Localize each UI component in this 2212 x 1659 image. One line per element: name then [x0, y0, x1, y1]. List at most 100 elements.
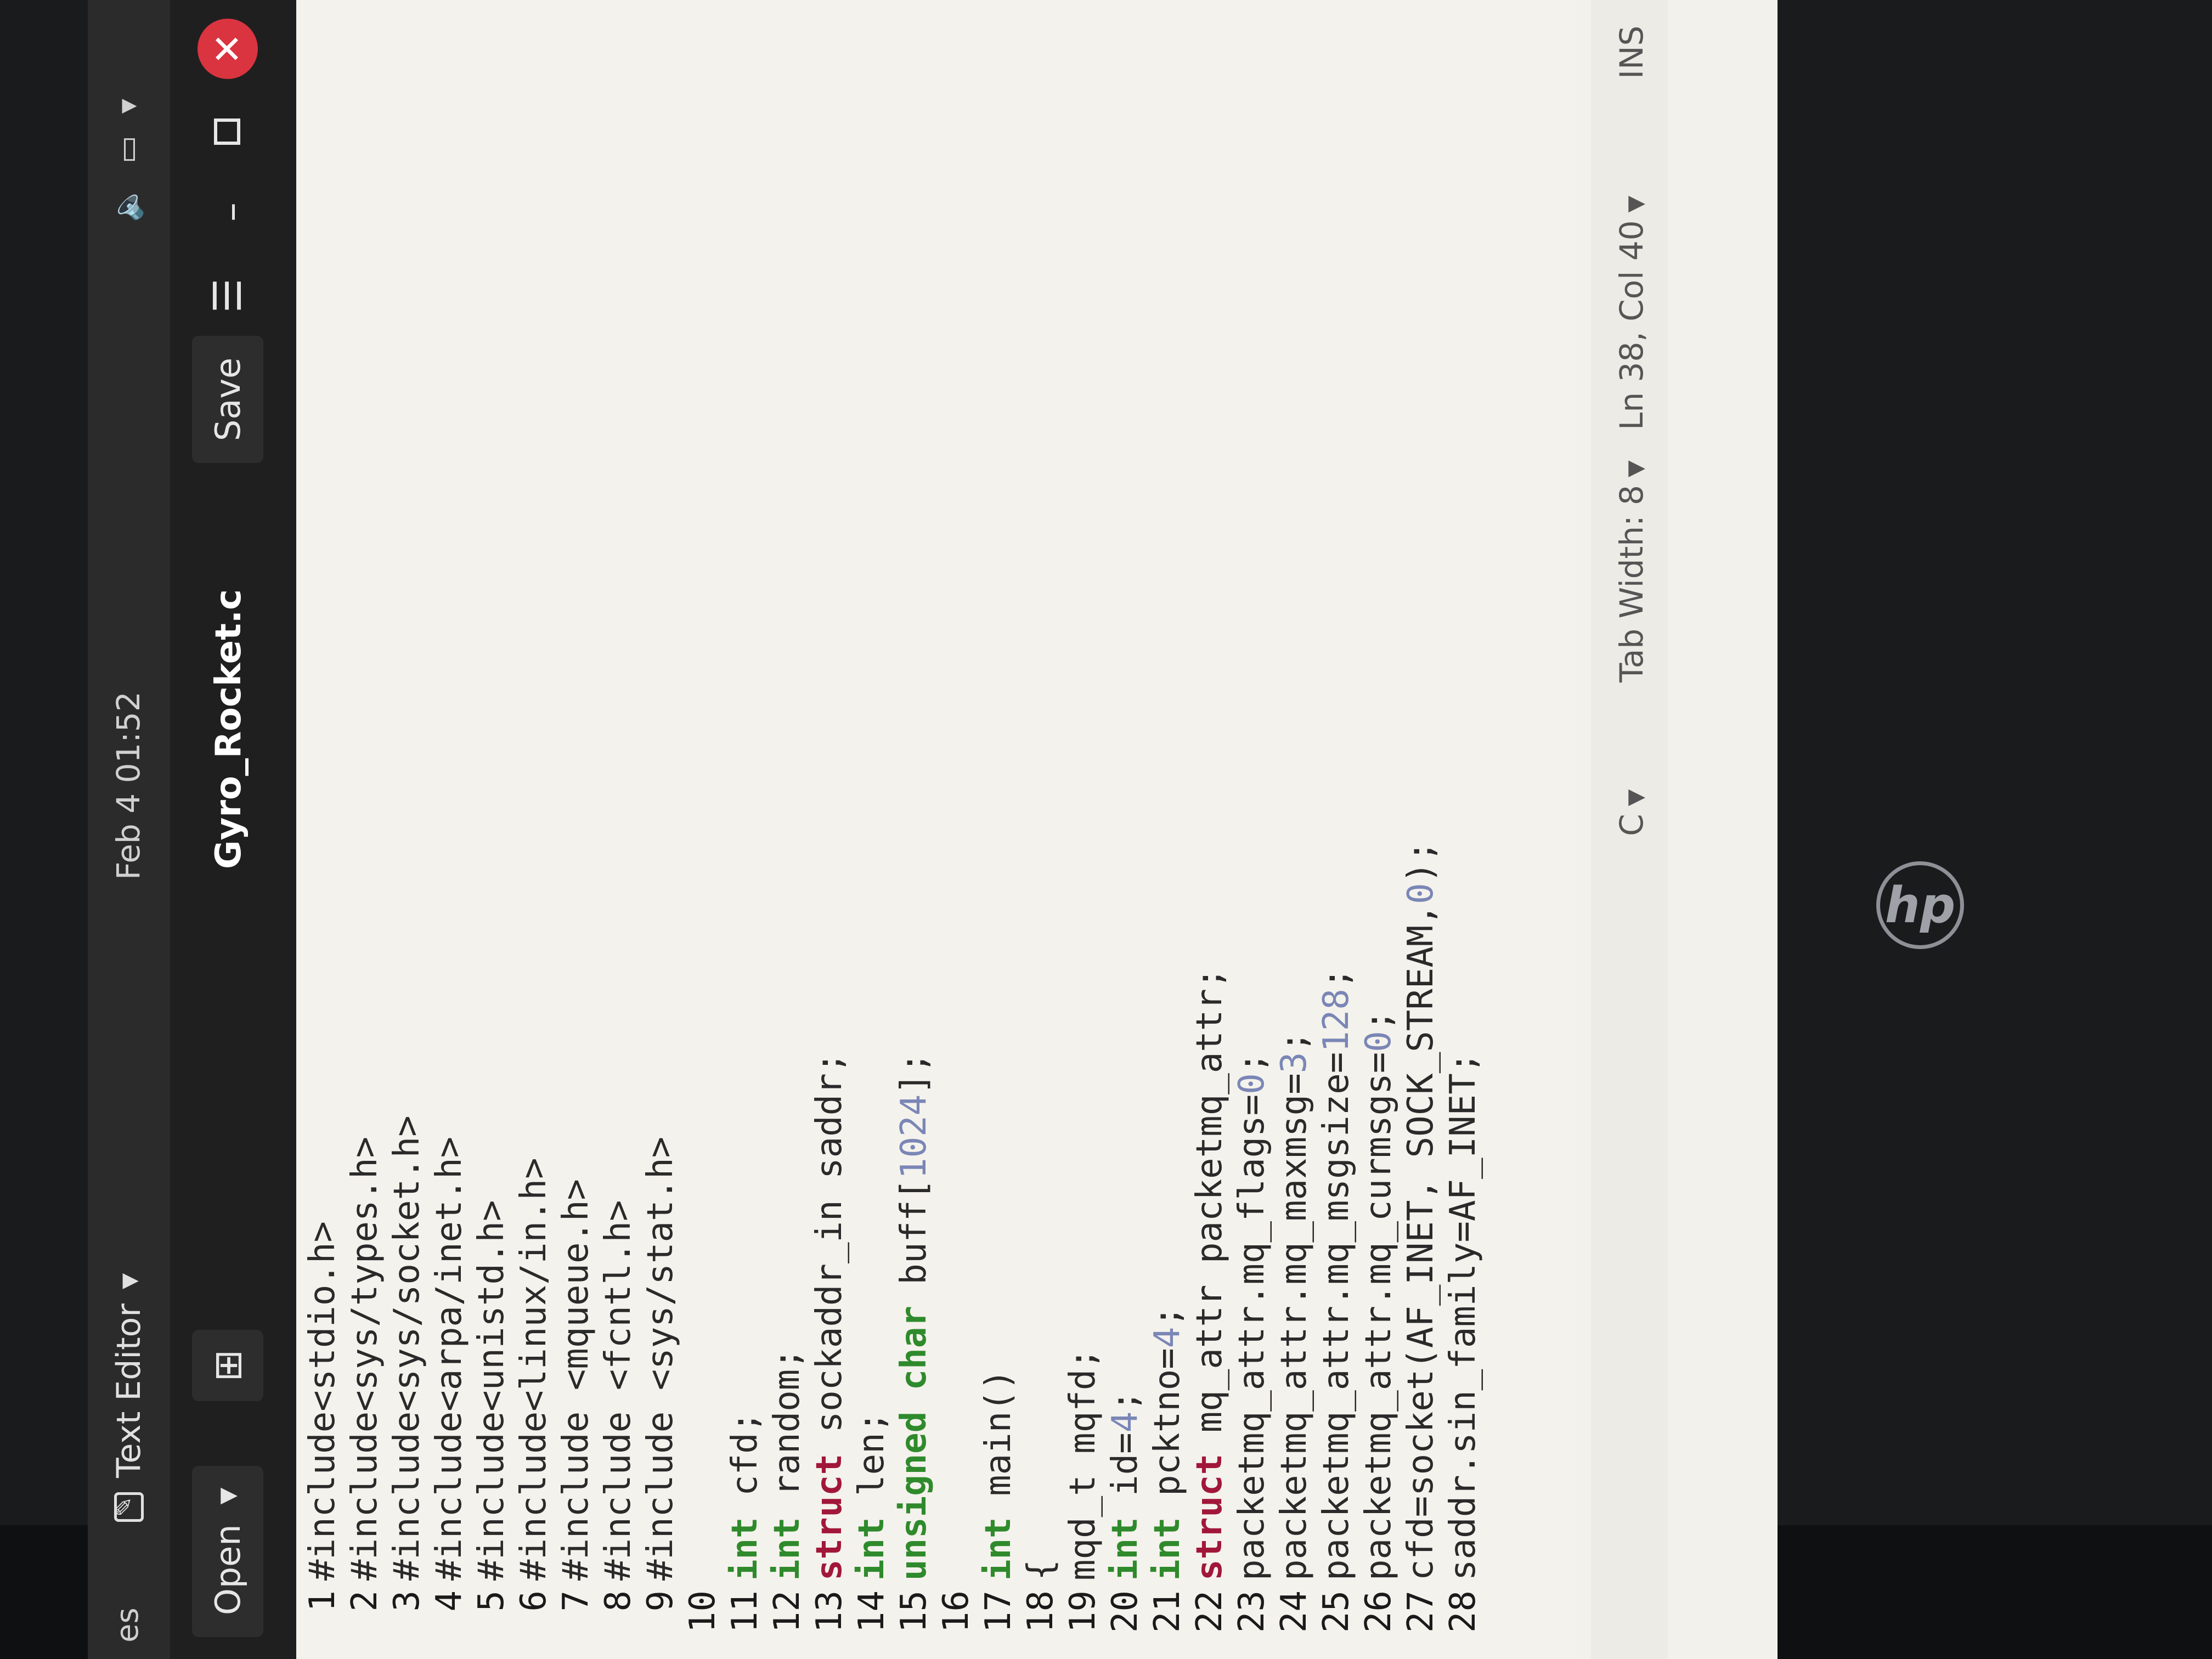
- code-line[interactable]: 22 struct mq_attr packetmq_attr;: [1189, 840, 1231, 1643]
- line-number: 26: [1358, 1590, 1399, 1633]
- insert-mode-indicator[interactable]: INS: [1613, 26, 1650, 79]
- code-text: #include<linux/in.h>: [514, 1158, 554, 1581]
- line-number: 18: [1020, 1590, 1061, 1633]
- code-text: #include<arpa/inet.h>: [429, 1136, 470, 1581]
- code-text: struct mq_attr packetmq_attr;: [1189, 967, 1230, 1581]
- volume-icon: 🔈: [110, 185, 144, 223]
- chevron-down-icon: ▾: [110, 99, 144, 114]
- code-line[interactable]: 7 #include <mqueue.h>: [555, 840, 597, 1643]
- chevron-down-icon: ▼: [1623, 789, 1648, 806]
- code-text: int cfd;: [725, 1411, 765, 1581]
- code-text: unsigned char buff[1024];: [894, 1052, 934, 1581]
- code-text: int id=4;: [1105, 1390, 1146, 1581]
- code-line[interactable]: 25 packetmq_attr.mq_msgsize=128;: [1316, 840, 1358, 1643]
- code-text: #include <sys/stat.h>: [640, 1136, 681, 1581]
- code-text: packetmq_attr.mq_curmsgs=0;: [1358, 1009, 1399, 1581]
- code-editor[interactable]: 1 #include<stdio.h> 2 #include<sys/types.h>…: [296, 0, 1575, 1659]
- line-number: 23: [1232, 1590, 1272, 1633]
- line-number: 7: [556, 1590, 596, 1612]
- system-tray[interactable]: 🔈 ▭ ▾: [110, 99, 145, 222]
- code-line[interactable]: 17 int main(): [978, 840, 1020, 1643]
- language-select[interactable]: C▼: [1613, 789, 1650, 836]
- document-title: Gyro_Rocket.c: [208, 589, 249, 869]
- line-number: 14: [851, 1590, 892, 1633]
- code-line[interactable]: 28 saddr.sin_family=AF_INET;: [1442, 840, 1485, 1643]
- line-number: 11: [725, 1590, 765, 1633]
- code-line[interactable]: 2 #include<sys/types.h>: [344, 840, 386, 1643]
- code-text: int len;: [851, 1411, 892, 1581]
- code-text: int main(): [978, 1369, 1019, 1581]
- language-label: C: [1613, 814, 1650, 837]
- code-line[interactable]: 1 #include<stdio.h>: [302, 840, 344, 1643]
- code-line[interactable]: 14 int len;: [851, 840, 893, 1643]
- line-number: 10: [682, 1590, 723, 1633]
- minimize-icon[interactable]: –: [208, 202, 253, 222]
- chevron-down-icon: ▼: [1623, 195, 1648, 213]
- code-line[interactable]: 4 #include<arpa/inet.h>: [428, 840, 471, 1643]
- chevron-down-icon: ▼: [117, 1273, 141, 1289]
- code-text: packetmq_attr.mq_maxmsg=3;: [1274, 1031, 1314, 1581]
- code-line[interactable]: 26 packetmq_attr.mq_curmsgs=0;: [1358, 840, 1400, 1643]
- code-line[interactable]: 21 int pcktno=4;: [1147, 840, 1189, 1643]
- code-text: #include <fcntl.h>: [598, 1200, 639, 1581]
- line-number: 25: [1316, 1590, 1357, 1633]
- code-line[interactable]: 19 mqd_t mqfd;: [1062, 840, 1104, 1643]
- code-line[interactable]: 8 #include <fcntl.h>: [597, 840, 640, 1643]
- code-text: int pcktno=4;: [1147, 1306, 1188, 1581]
- tab-width-label: Tab Width: 8: [1613, 484, 1650, 682]
- close-icon[interactable]: ✕: [198, 19, 258, 79]
- app-menu[interactable]: Text Editor ▼: [110, 1273, 148, 1522]
- line-number: 22: [1189, 1590, 1230, 1633]
- open-button-label: Open: [207, 1524, 248, 1615]
- battery-icon: ▭: [110, 136, 144, 164]
- code-line[interactable]: 9 #include <sys/stat.h>: [640, 840, 682, 1643]
- cursor-position-label: Ln 38, Col 40: [1613, 220, 1650, 430]
- text-editor-icon: [114, 1492, 144, 1522]
- chevron-down-icon: ▼: [1623, 460, 1648, 477]
- code-line[interactable]: 20 int id=4;: [1104, 840, 1147, 1643]
- code-line[interactable]: 15 unsigned char buff[1024];: [893, 840, 935, 1643]
- app-menu-label: Text Editor: [110, 1304, 148, 1478]
- code-text: {: [1020, 1559, 1061, 1581]
- code-text: #include<stdio.h>: [302, 1221, 343, 1581]
- code-line[interactable]: 13 struct sockaddr_in saddr;: [809, 840, 851, 1643]
- code-line[interactable]: 5 #include<unistd.h>: [471, 840, 513, 1643]
- line-number: 17: [978, 1590, 1019, 1633]
- activities-label[interactable]: es: [110, 1607, 145, 1643]
- code-line[interactable]: 27 cfd=socket(AF_INET, SOCK_STREAM,0);: [1400, 840, 1442, 1643]
- open-button[interactable]: Open ▼: [192, 1465, 263, 1637]
- chevron-down-icon: ▼: [215, 1487, 240, 1505]
- line-number: 24: [1274, 1590, 1314, 1633]
- screen: es Text Editor ▼ Feb 4 01:52 🔈 ▭ ▾ Open …: [88, 0, 1778, 1659]
- cursor-position[interactable]: Ln 38, Col 40 ▼: [1613, 196, 1650, 430]
- code-line[interactable]: 18 {: [1020, 840, 1062, 1643]
- tab-width-select[interactable]: Tab Width: 8 ▼: [1613, 460, 1650, 682]
- line-number: 3: [387, 1590, 427, 1612]
- code-line[interactable]: 3 #include<sys/socket.h>: [386, 840, 428, 1643]
- code-text: packetmq_attr.mq_msgsize=128;: [1316, 967, 1357, 1581]
- code-text: packetmq_attr.mq_flags=0;: [1232, 1052, 1272, 1581]
- code-line[interactable]: 23 packetmq_attr.mq_flags=0;: [1231, 840, 1273, 1643]
- line-number: 6: [514, 1590, 554, 1612]
- code-line[interactable]: 12 int random;: [766, 840, 809, 1643]
- line-number: 21: [1147, 1590, 1188, 1633]
- clock[interactable]: Feb 4 01:52: [110, 691, 147, 880]
- save-button[interactable]: Save: [192, 335, 263, 463]
- code-line[interactable]: 10: [682, 840, 724, 1643]
- maximize-icon[interactable]: [214, 119, 240, 145]
- code-text: mqd_t mqfd;: [1063, 1348, 1103, 1581]
- code-line[interactable]: 11 int cfd;: [724, 840, 766, 1643]
- new-tab-button[interactable]: ⊞: [192, 1330, 263, 1401]
- code-text: cfd=socket(AF_INET, SOCK_STREAM,0);: [1401, 840, 1441, 1581]
- hamburger-menu-icon[interactable]: ☰: [192, 260, 263, 331]
- line-number: 27: [1401, 1590, 1441, 1633]
- code-text: #include<sys/socket.h>: [387, 1115, 427, 1581]
- code-line[interactable]: 16: [935, 840, 978, 1643]
- header-bar: Open ▼ ⊞ Gyro_Rocket.c Save ☰ – ✕: [170, 0, 296, 1659]
- code-text: #include<sys/types.h>: [345, 1136, 385, 1581]
- code-text: #include <mqueue.h>: [556, 1178, 596, 1581]
- code-line[interactable]: 6 #include<linux/in.h>: [513, 840, 555, 1643]
- code-line[interactable]: 24 packetmq_attr.mq_maxmsg=3;: [1273, 840, 1316, 1643]
- line-number: 20: [1105, 1590, 1146, 1633]
- line-number: 5: [471, 1590, 512, 1612]
